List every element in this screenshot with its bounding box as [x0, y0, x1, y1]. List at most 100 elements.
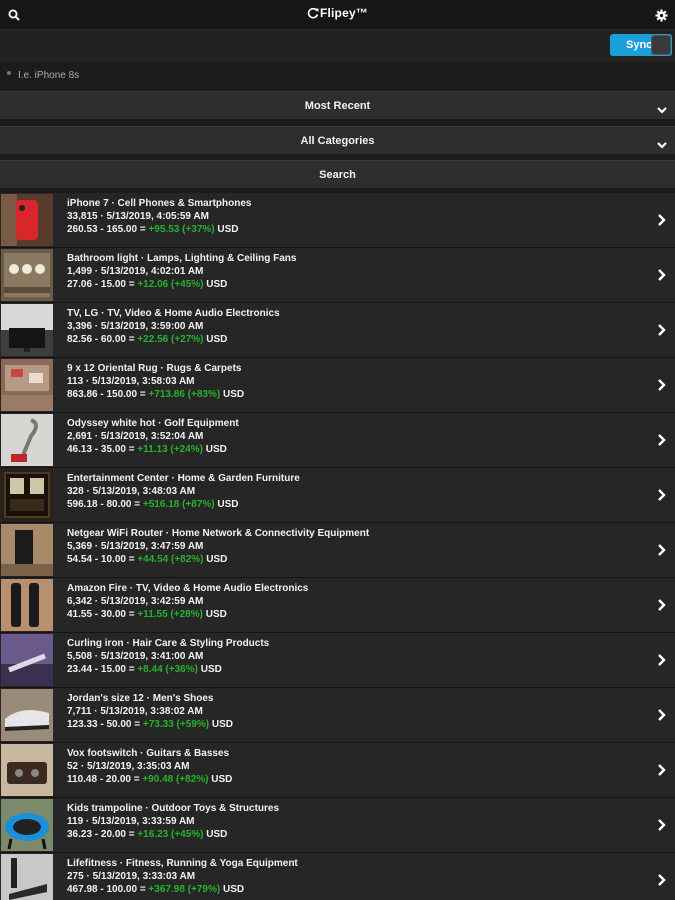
sync-label: Sync	[626, 39, 653, 51]
item-currency: USD	[208, 774, 233, 785]
item-gain: +516.18 (+87%)	[142, 499, 215, 510]
search-field-dot-icon	[7, 71, 11, 75]
list-item[interactable]: Curling iron · Hair Care & Styling Produ…	[0, 633, 675, 688]
item-price-line: 36.23 - 20.00 = +16.23 (+45%) USD	[67, 828, 279, 841]
list-item[interactable]: Netgear WiFi Router · Home Network & Con…	[0, 523, 675, 578]
list-item[interactable]: Amazon Fire · TV, Video & Home Audio Ele…	[0, 578, 675, 633]
item-currency: USD	[214, 499, 239, 510]
list-item[interactable]: 9 x 12 Oriental Rug · Rugs & Carpets 113…	[0, 358, 675, 413]
item-meta: 52 · 5/13/2019, 3:35:03 AM	[67, 761, 190, 772]
gear-icon[interactable]	[652, 6, 670, 24]
item-thumbnail	[1, 304, 53, 356]
search-input[interactable]	[18, 65, 658, 85]
item-price-line: 123.33 - 50.00 = +73.33 (+59%) USD	[67, 718, 233, 731]
list-item[interactable]: Vox footswitch · Guitars & Basses 52 · 5…	[0, 743, 675, 798]
list-item[interactable]: TV, LG · TV, Video & Home Audio Electron…	[0, 303, 675, 358]
item-price-calc: 82.56 - 60.00 =	[67, 334, 138, 345]
item-text: Entertainment Center · Home & Garden Fur…	[67, 472, 300, 511]
item-price-calc: 596.18 - 80.00 =	[67, 499, 143, 510]
item-title: Bathroom light · Lamps, Lighting & Ceili…	[67, 253, 297, 264]
item-title: iPhone 7 · Cell Phones & Smartphones	[67, 198, 252, 209]
item-gain: +713.86 (+83%)	[148, 389, 221, 400]
item-title: Vox footswitch · Guitars & Basses	[67, 748, 230, 759]
item-meta: 6,342 · 5/13/2019, 3:42:59 AM	[67, 596, 204, 607]
app-name: Flipey™	[319, 6, 369, 20]
chevron-right-icon	[655, 378, 667, 397]
item-gain: +11.13 (+24%)	[137, 444, 203, 455]
app-title: Flipey™	[0, 6, 675, 22]
item-gain: +367.98 (+79%)	[148, 884, 221, 895]
refresh-logo-icon	[307, 7, 319, 22]
item-meta: 1,499 · 5/13/2019, 4:02:01 AM	[67, 266, 204, 277]
item-title: Curling iron · Hair Care & Styling Produ…	[67, 638, 270, 649]
item-meta: 5,369 · 5/13/2019, 3:47:59 AM	[67, 541, 204, 552]
item-title: Entertainment Center · Home & Garden Fur…	[67, 473, 300, 484]
item-price-line: 260.53 - 165.00 = +95.53 (+37%) USD	[67, 223, 251, 236]
item-title: Amazon Fire · TV, Video & Home Audio Ele…	[67, 583, 309, 594]
category-dropdown[interactable]: All Categories	[0, 126, 675, 155]
item-text: Amazon Fire · TV, Video & Home Audio Ele…	[67, 582, 308, 621]
list-item[interactable]: Kids trampoline · Outdoor Toys & Structu…	[0, 798, 675, 853]
item-currency: USD	[202, 609, 227, 620]
item-text: iPhone 7 · Cell Phones & Smartphones 33,…	[67, 197, 251, 236]
item-currency: USD	[203, 829, 228, 840]
item-price-calc: 863.86 - 150.00 =	[67, 389, 149, 400]
item-text: Netgear WiFi Router · Home Network & Con…	[67, 527, 369, 566]
item-price-calc: 23.44 - 15.00 =	[67, 664, 138, 675]
item-currency: USD	[220, 884, 245, 895]
item-price-line: 110.48 - 20.00 = +90.48 (+82%) USD	[67, 773, 232, 786]
item-text: Odyssey white hot · Golf Equipment 2,691…	[67, 417, 239, 456]
item-currency: USD	[203, 554, 228, 565]
item-thumbnail	[1, 414, 53, 466]
item-currency: USD	[203, 334, 228, 345]
list-item[interactable]: Bathroom light · Lamps, Lighting & Ceili…	[0, 248, 675, 303]
item-title: Lifefitness · Fitness, Running & Yoga Eq…	[67, 858, 298, 869]
item-text: 9 x 12 Oriental Rug · Rugs & Carpets 113…	[67, 362, 244, 401]
sort-selected: Most Recent	[304, 100, 371, 112]
item-thumbnail	[1, 469, 53, 521]
list-item[interactable]: Entertainment Center · Home & Garden Fur…	[0, 468, 675, 523]
item-price-calc: 27.06 - 15.00 =	[67, 279, 138, 290]
item-title: Odyssey white hot · Golf Equipment	[67, 418, 239, 429]
item-meta: 328 · 5/13/2019, 3:48:03 AM	[67, 486, 196, 497]
item-price-line: 54.54 - 10.00 = +44.54 (+82%) USD	[67, 553, 369, 566]
item-gain: +11.55 (+28%)	[137, 609, 203, 620]
sync-toggle-knob[interactable]	[651, 35, 671, 55]
list-item[interactable]: iPhone 7 · Cell Phones & Smartphones 33,…	[0, 193, 675, 248]
item-price-calc: 46.13 - 35.00 =	[67, 444, 138, 455]
item-gain: +44.54 (+82%)	[137, 554, 204, 565]
chevron-right-icon	[655, 213, 667, 232]
chevron-right-icon	[655, 763, 667, 782]
chevron-right-icon	[655, 873, 667, 892]
chevron-right-icon	[655, 708, 667, 727]
item-text: Bathroom light · Lamps, Lighting & Ceili…	[67, 252, 296, 291]
item-meta: 119 · 5/13/2019, 3:33:59 AM	[67, 816, 195, 827]
search-button-label: Search	[319, 169, 356, 181]
list-item[interactable]: Odyssey white hot · Golf Equipment 2,691…	[0, 413, 675, 468]
sync-toggle[interactable]: Sync	[610, 34, 672, 56]
item-meta: 33,815 · 5/13/2019, 4:05:59 AM	[67, 211, 209, 222]
chevron-right-icon	[655, 323, 667, 342]
category-selected: All Categories	[300, 135, 375, 147]
chevron-right-icon	[655, 598, 667, 617]
chevron-right-icon	[655, 818, 667, 837]
item-thumbnail	[1, 689, 53, 741]
sync-row: Sync	[0, 31, 675, 62]
item-text: Vox footswitch · Guitars & Basses 52 · 5…	[67, 747, 232, 786]
item-meta: 275 · 5/13/2019, 3:33:03 AM	[67, 871, 196, 882]
item-meta: 113 · 5/13/2019, 3:58:03 AM	[67, 376, 195, 387]
chevron-right-icon	[655, 433, 667, 452]
sort-dropdown[interactable]: Most Recent	[0, 91, 675, 120]
item-thumbnail	[1, 579, 53, 631]
item-price-line: 596.18 - 80.00 = +516.18 (+87%) USD	[67, 498, 300, 511]
search-button[interactable]: Search	[0, 160, 675, 189]
chevron-right-icon	[655, 543, 667, 562]
search-field-row	[0, 62, 675, 87]
item-currency: USD	[220, 389, 245, 400]
list-item[interactable]: Lifefitness · Fitness, Running & Yoga Eq…	[0, 853, 675, 900]
chevron-right-icon	[655, 653, 667, 672]
item-thumbnail	[1, 194, 53, 246]
item-thumbnail	[1, 524, 53, 576]
item-gain: +73.33 (+59%)	[142, 719, 210, 730]
list-item[interactable]: Jordan's size 12 · Men's Shoes 7,711 · 5…	[0, 688, 675, 743]
